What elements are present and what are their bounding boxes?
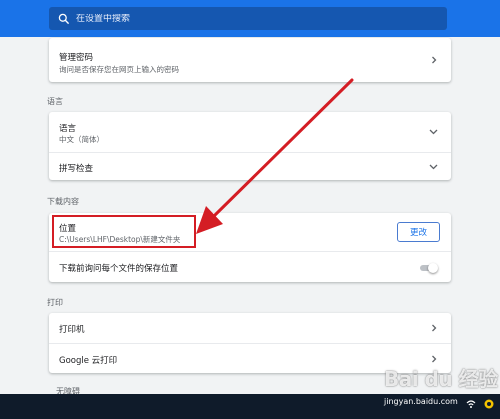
- change-location-button[interactable]: 更改: [397, 222, 440, 242]
- chevron-right-icon: [432, 324, 437, 332]
- printers-row[interactable]: 打印机: [49, 313, 451, 343]
- baidu-watermark-logo: Bai du 经验: [384, 367, 498, 391]
- printing-section-label: 打印: [47, 298, 63, 307]
- chevron-right-icon: [432, 56, 437, 64]
- wifi-icon[interactable]: [466, 399, 476, 409]
- chevron-right-icon: [432, 355, 437, 363]
- spellcheck-title: 拼写检查: [59, 164, 94, 174]
- ask-where-to-save-row[interactable]: 下载前询问每个文件的保存位置: [49, 251, 451, 282]
- annotation-highlight-box: [52, 215, 196, 248]
- search-input[interactable]: [76, 13, 376, 24]
- spellcheck-row[interactable]: 拼写检查: [49, 152, 451, 180]
- google-cloud-print-title: Google 云打印: [59, 356, 118, 366]
- toggle-knob: [428, 263, 438, 273]
- language-subtitle: 中文（简体）: [59, 135, 104, 144]
- baidu-watermark-url: jingyan.baidu.com: [384, 397, 458, 406]
- search-box[interactable]: [49, 7, 447, 30]
- downloads-section-label: 下载内容: [47, 197, 79, 206]
- ask-where-to-save-title: 下载前询问每个文件的保存位置: [59, 264, 179, 274]
- ask-where-to-save-toggle[interactable]: [420, 263, 438, 273]
- language-title: 语言: [59, 124, 77, 134]
- chevron-down-icon: [429, 129, 438, 135]
- manage-passwords-title: 管理密码: [59, 53, 94, 63]
- language-card: 语言 中文（简体） 拼写检查: [49, 112, 451, 180]
- manage-passwords-row[interactable]: 管理密码 询问是否保存您在网页上输入的密码: [49, 38, 451, 82]
- printers-title: 打印机: [59, 325, 85, 335]
- chevron-down-icon: [429, 164, 438, 170]
- search-icon: [58, 13, 70, 25]
- manage-passwords-subtitle: 询问是否保存您在网页上输入的密码: [59, 65, 179, 74]
- language-section-label: 语言: [47, 97, 63, 106]
- passwords-card: 管理密码 询问是否保存您在网页上输入的密码: [49, 38, 451, 82]
- language-row[interactable]: 语言 中文（简体）: [49, 112, 451, 152]
- app-tray-icon[interactable]: [484, 399, 494, 409]
- settings-header: [0, 0, 500, 37]
